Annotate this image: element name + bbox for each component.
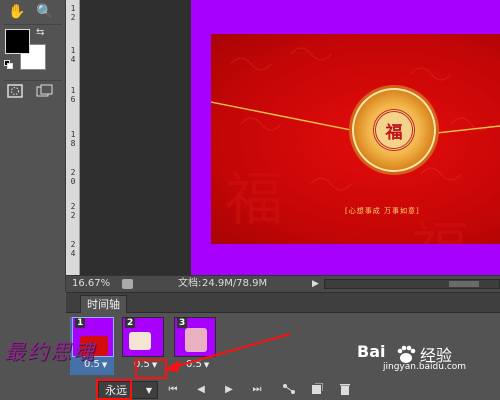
vertical-ruler: 1 2 1 4 1 6 1 8 2 0 2 2 2 4 [66, 0, 80, 275]
baidu-logo-text: Bai [357, 342, 386, 361]
signature-watermark: 最约思魂 [4, 340, 96, 364]
ruler-number: 2 [70, 211, 76, 220]
tools-panel: ✋ 🔍 ⇆ [0, 0, 66, 292]
fu-seal-medallion: 福 [352, 88, 436, 172]
quick-mask-icon[interactable] [4, 84, 26, 102]
frame-number: 1 [75, 318, 86, 328]
dropdown-arrow-icon: ▼ [145, 386, 152, 395]
screen-mode-icon[interactable] [34, 84, 56, 102]
seal-character: 福 [385, 123, 403, 143]
status-bar: 16.67% 文档: 24.9M/78.9M ▶ [66, 275, 500, 292]
ruler-number: 4 [70, 55, 76, 64]
first-frame-icon[interactable]: ⏮ [166, 383, 180, 397]
swap-colors-icon[interactable]: ⇆ [36, 27, 44, 38]
timeline-tab-bar: 时间轴 [66, 293, 500, 313]
status-info-icon[interactable] [122, 279, 133, 289]
background-fu-character: 福 [224, 165, 283, 233]
frame-number: 3 [177, 318, 188, 328]
ruler-number: 2 [70, 202, 76, 211]
watermark-url: jingyan.baidu.com [383, 362, 467, 372]
ruler-number: 2 [70, 168, 76, 177]
blessing-text: [心想事成 万事如意] [345, 207, 420, 215]
photoshop-window: ✋ 🔍 ⇆ 1 2 1 4 1 6 1 8 2 0 2 2 2 4 福 福 [心… [0, 0, 500, 400]
annotation-arrow [164, 333, 291, 372]
frame-number: 2 [125, 318, 136, 328]
ruler-number: 2 [70, 240, 76, 249]
tools-divider [4, 24, 62, 25]
play-icon[interactable]: ▶ [222, 383, 236, 397]
tween-icon[interactable] [282, 383, 296, 397]
ruler-number: 4 [70, 249, 76, 258]
duplicate-frame-icon[interactable] [310, 382, 324, 397]
ruler-number: 2 [70, 13, 76, 22]
ruler-number: 0 [70, 177, 76, 186]
ruler-number: 8 [70, 139, 76, 148]
status-menu-arrow-icon[interactable]: ▶ [312, 276, 319, 292]
document-canvas-area[interactable]: 福 福 福 [心想事成 万事如意] [80, 0, 500, 275]
tools-divider [4, 80, 62, 81]
delete-frame-icon[interactable] [338, 383, 352, 397]
default-colors-icon[interactable] [4, 60, 13, 69]
ruler-number: 6 [70, 95, 76, 104]
scrollbar-thumb[interactable] [449, 281, 479, 287]
ruler-number: 1 [70, 130, 76, 139]
annotation-box-loop [96, 379, 132, 400]
horizontal-scrollbar[interactable] [324, 279, 500, 289]
zoom-tool-icon[interactable]: 🔍 [34, 4, 56, 22]
next-frame-icon[interactable]: ⏭ [250, 383, 264, 397]
ruler-number: 1 [70, 4, 76, 13]
document-label: 文档: [178, 278, 202, 289]
dropdown-arrow-icon: ▼ [101, 361, 108, 369]
seal-inner-ring: 福 [373, 109, 415, 151]
zoom-level[interactable]: 16.67% [72, 276, 110, 292]
foreground-color-swatch[interactable] [5, 29, 30, 54]
hand-tool-icon[interactable]: ✋ [6, 4, 28, 22]
document-size: 24.9M/78.9M [202, 278, 268, 289]
red-envelope-image: 福 福 福 [心想事成 万事如意] [211, 34, 500, 244]
frame-thumbnail-art [129, 332, 151, 350]
ruler-number: 1 [70, 86, 76, 95]
ruler-number: 1 [70, 46, 76, 55]
tab-timeline[interactable]: 时间轴 [80, 295, 127, 313]
previous-frame-icon[interactable]: ◀ [194, 383, 208, 397]
